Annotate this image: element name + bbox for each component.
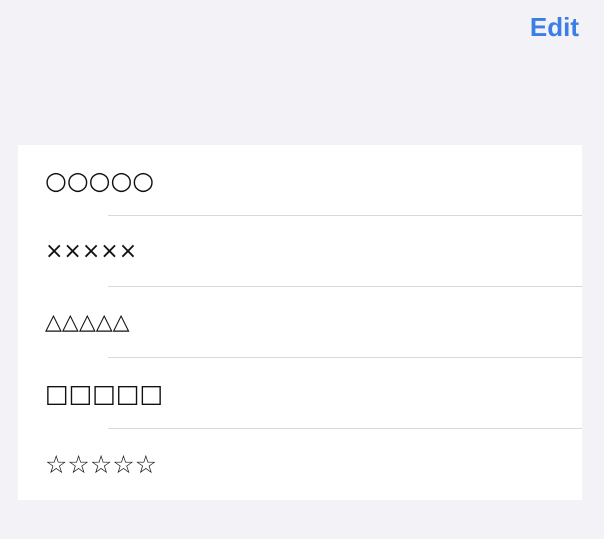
list-item-crosses[interactable]: ××××× (18, 216, 582, 287)
list-item-label: ××××× (45, 239, 138, 264)
list-item-stars[interactable]: ☆☆☆☆☆ (18, 429, 582, 500)
symbol-list: ○○○○○ ××××× △△△△△ □□□□□ ☆☆☆☆☆ (18, 145, 582, 500)
list-item-label: △△△△△ (45, 310, 130, 335)
edit-button[interactable]: Edit (530, 10, 579, 44)
list-item-label: ☆☆☆☆☆ (45, 450, 158, 479)
list-item-label: □□□□□ (45, 379, 164, 408)
list-item-squares[interactable]: □□□□□ (18, 358, 582, 429)
list-item-triangles[interactable]: △△△△△ (18, 287, 582, 358)
list-item-label: ○○○○○ (45, 166, 155, 195)
list-item-circles[interactable]: ○○○○○ (18, 145, 582, 216)
